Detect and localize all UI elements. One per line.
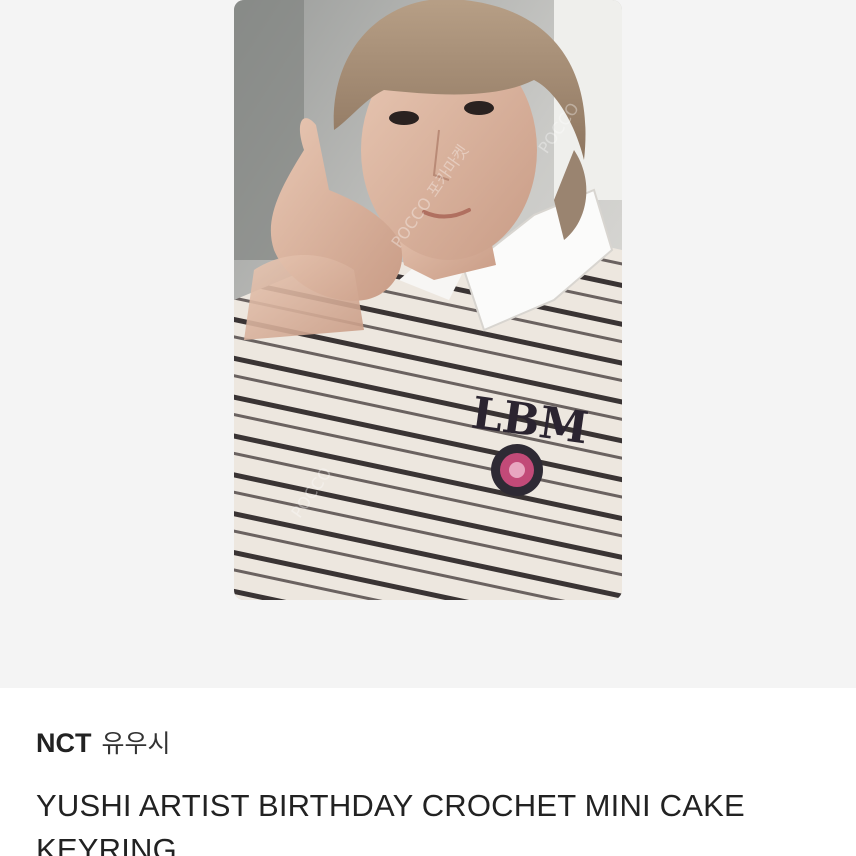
artist-line[interactable]: NCT 유우시 (36, 724, 171, 760)
product-image-area[interactable]: LBM POCCO 포카마켓 POCCO POCCO (0, 0, 856, 688)
product-info: NCT 유우시 YUSHI ARTIST BIRTHDAY CROCHET MIN… (0, 688, 856, 856)
photocard-image[interactable]: LBM POCCO 포카마켓 POCCO POCCO (234, 0, 622, 600)
product-title: YUSHI ARTIST BIRTHDAY CROCHET MINI CAKE … (36, 788, 745, 856)
artist-member: 유우시 (101, 729, 171, 758)
artist-group: NCT (36, 728, 92, 758)
photocard-illustration: LBM POCCO 포카마켓 POCCO POCCO (234, 0, 622, 600)
